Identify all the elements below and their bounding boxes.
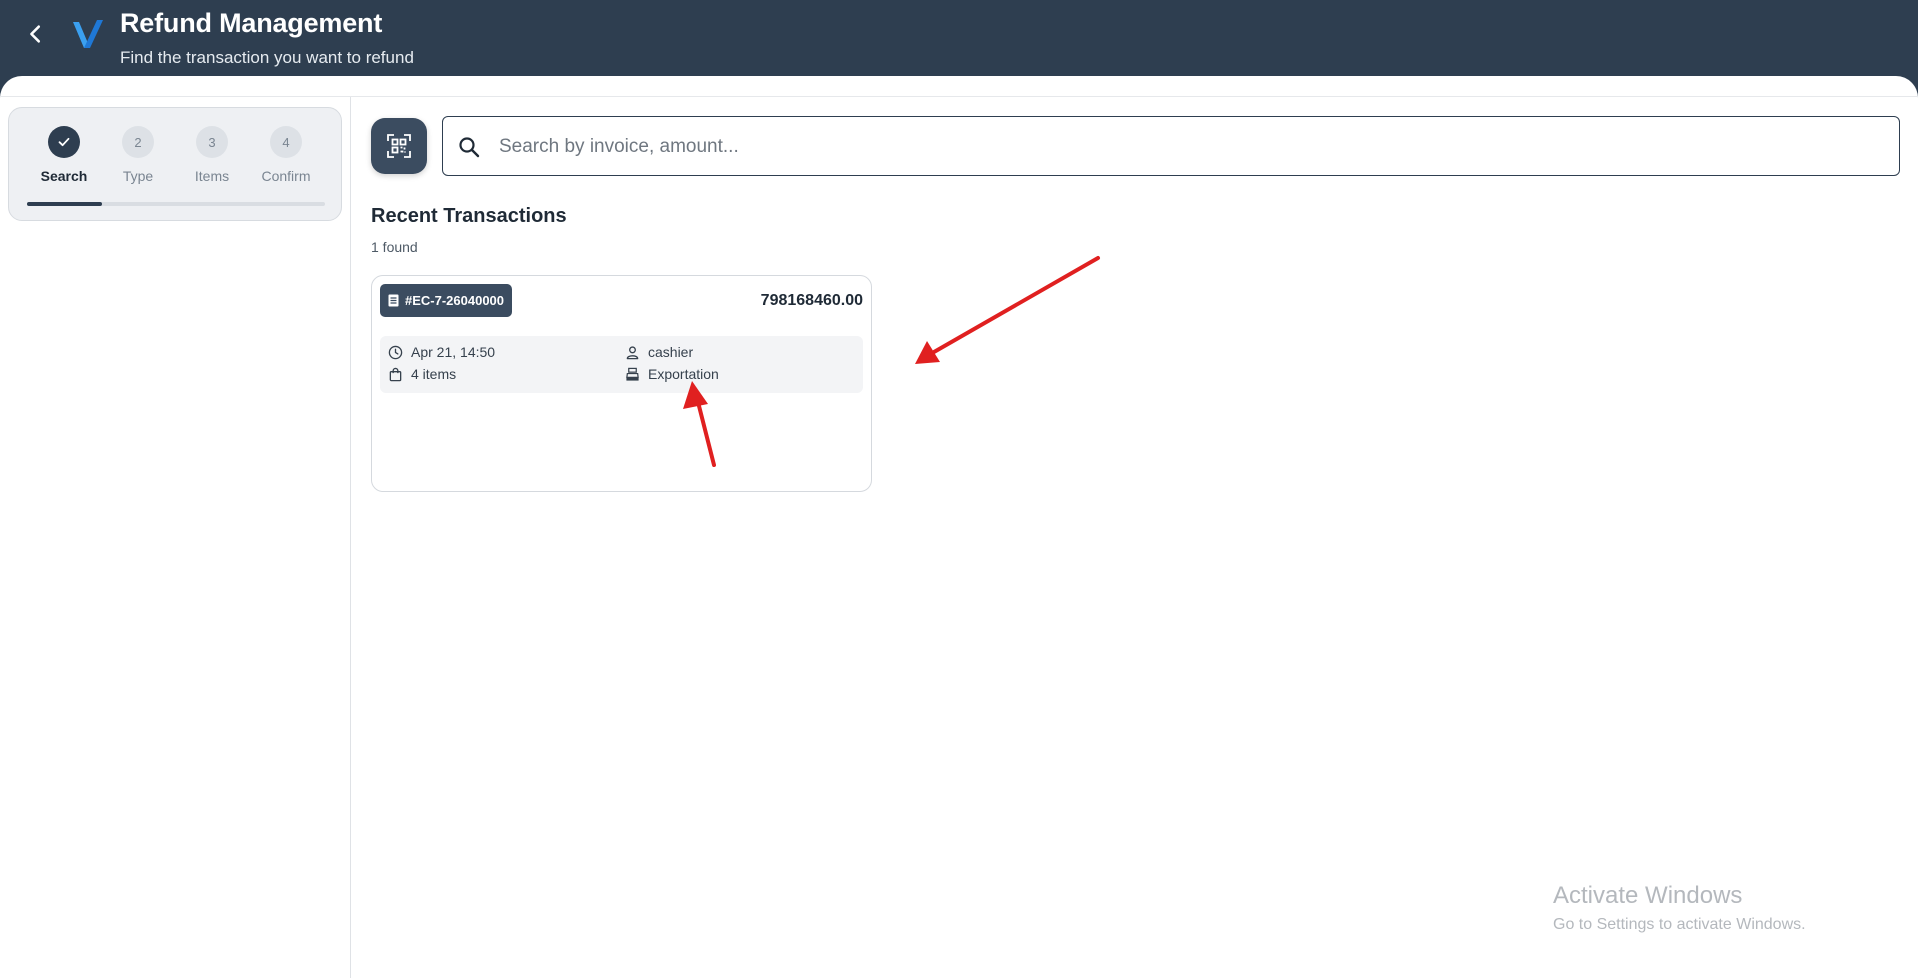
transaction-date: Apr 21, 14:50 bbox=[388, 344, 495, 360]
step-number: 4 bbox=[270, 126, 302, 158]
main-panel: Recent Transactions 1 found #EC-7-260400… bbox=[352, 97, 1918, 978]
step-label: Items bbox=[194, 168, 230, 184]
content-area: Search 2 Type 3 Items 4 Confirm Search b… bbox=[0, 76, 1918, 978]
items-text: 4 items bbox=[411, 366, 457, 382]
check-icon bbox=[48, 126, 80, 158]
windows-activation-watermark: Activate Windows Go to Settings to activ… bbox=[1553, 882, 1806, 934]
step-confirm[interactable]: 4 Confirm bbox=[249, 126, 323, 184]
clock-icon bbox=[388, 345, 403, 359]
results-count: 1 found bbox=[371, 239, 418, 255]
step-search[interactable]: Search bbox=[27, 126, 101, 184]
section-title: Recent Transactions bbox=[371, 205, 567, 227]
step-type[interactable]: 2 Type bbox=[101, 126, 175, 184]
page-subtitle: Find the transaction you want to refund bbox=[120, 48, 414, 67]
invoice-number: #EC-7-26040000 bbox=[405, 293, 505, 308]
refund-stepper: Search 2 Type 3 Items 4 Confirm bbox=[8, 107, 342, 221]
search-field[interactable] bbox=[442, 116, 1900, 176]
page-title: Refund Management bbox=[120, 8, 383, 38]
user-text: cashier bbox=[648, 344, 694, 360]
step-number: 3 bbox=[196, 126, 228, 158]
step-label: Type bbox=[122, 168, 154, 184]
transaction-user: cashier bbox=[625, 344, 693, 360]
step-progress-bar bbox=[27, 202, 325, 206]
scan-button[interactable] bbox=[371, 118, 427, 174]
watermark-title: Activate Windows bbox=[1553, 882, 1743, 909]
search-icon bbox=[459, 137, 480, 158]
step-progress-fill bbox=[27, 202, 102, 206]
register-text: Exportation bbox=[648, 366, 719, 382]
cash-register-icon bbox=[626, 367, 639, 381]
step-label: Search bbox=[40, 168, 88, 184]
transaction-register: Exportation bbox=[625, 366, 719, 382]
transaction-card[interactable]: #EC-7-26040000 798168460.00 Apr 21, 14:5… bbox=[371, 275, 872, 492]
sidebar: Search 2 Type 3 Items 4 Confirm bbox=[0, 97, 351, 978]
step-number: 2 bbox=[122, 126, 154, 158]
step-label: Confirm bbox=[261, 168, 311, 184]
receipt-icon bbox=[388, 294, 399, 307]
chevron-left-icon bbox=[30, 25, 41, 43]
user-icon bbox=[626, 345, 639, 359]
app-header: Refund Management Find the transaction y… bbox=[0, 0, 1918, 76]
watermark-subtitle: Go to Settings to activate Windows. bbox=[1553, 916, 1806, 933]
invoice-badge: #EC-7-26040000 bbox=[380, 284, 513, 317]
shopping-bag-icon bbox=[389, 367, 402, 381]
back-button[interactable] bbox=[22, 20, 50, 48]
transaction-details: Apr 21, 14:50 4 items cashier Exportatio… bbox=[380, 336, 863, 393]
transaction-amount: 798168460.00 bbox=[760, 292, 863, 309]
step-items[interactable]: 3 Items bbox=[175, 126, 249, 184]
qr-scan-icon bbox=[387, 134, 411, 158]
transaction-items: 4 items bbox=[388, 366, 456, 382]
date-text: Apr 21, 14:50 bbox=[411, 344, 496, 360]
search-input[interactable] bbox=[499, 127, 1879, 167]
v-logo-icon bbox=[73, 20, 103, 48]
